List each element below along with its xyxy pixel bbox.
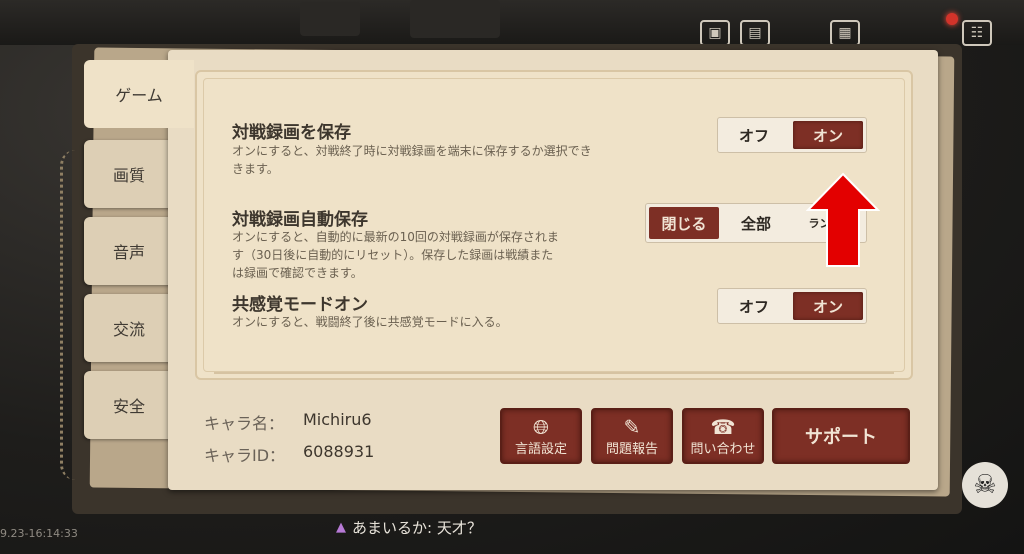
setting-description: オンにすると、自動的に最新の10回の対戦録画が保存されま す（30日後に自動的に… <box>232 228 642 282</box>
tab-label: 音声 <box>112 243 145 262</box>
tab-label: 安全 <box>112 397 145 416</box>
support-button[interactable]: サポート <box>772 408 910 464</box>
divider <box>214 372 894 374</box>
setting-description: オンにすると、対戦終了時に対戦録画を端末に保存するか選択でき きます。 <box>232 142 712 178</box>
notification-dot <box>946 13 958 25</box>
button-label: 言語設定 <box>514 442 567 457</box>
notebook-icon[interactable]: ▤ <box>740 20 770 46</box>
setting-title: 対戦録画自動保存 <box>232 210 368 230</box>
profile-icon[interactable]: ☷ <box>962 20 992 46</box>
description-line: す（30日後に自動的にリセット）。保存した録画は戦績また <box>232 248 554 262</box>
background-prop <box>300 2 360 36</box>
button-label: 問い合わせ <box>690 442 756 457</box>
button-label: 問題報告 <box>605 442 658 457</box>
tab-audio[interactable]: 音声 <box>84 217 174 285</box>
setting-description: オンにすると、戦闘終了後に共感覚モードに入る。 <box>232 313 652 331</box>
description-line: オンにすると、自動的に最新の10回の対戦録画が保存されま <box>232 230 559 244</box>
contact-button[interactable]: ☎ 問い合わせ <box>682 408 764 464</box>
top-hud-bar <box>0 0 1024 45</box>
description-line: オンにすると、戦闘終了後に共感覚モードに入る。 <box>232 315 508 329</box>
option-all[interactable]: 全部 <box>722 204 790 242</box>
character-name-value: Michiru6 <box>303 410 372 429</box>
save-recording-toggle: オフ オン <box>717 117 867 153</box>
timestamp: 9.23-16:14:33 <box>0 527 78 540</box>
description-line: きます。 <box>232 162 279 176</box>
character-id-label: キャラID： <box>204 446 286 465</box>
globe-icon: 🌐︎ <box>533 415 549 439</box>
skull-icon[interactable]: ☠ <box>962 462 1008 508</box>
chat-user-icon: ▲ <box>336 520 346 535</box>
photo-icon[interactable]: ▦ <box>830 20 860 46</box>
tab-social[interactable]: 交流 <box>84 294 174 362</box>
camera-icon[interactable]: ▣ <box>700 20 730 46</box>
background-prop <box>410 0 500 38</box>
toggle-option-off[interactable]: オフ <box>718 118 790 152</box>
toggle-option-on[interactable]: オン <box>793 292 863 320</box>
tab-game[interactable]: ゲーム <box>84 60 194 128</box>
tab-label: ゲーム <box>115 86 163 105</box>
description-line: は録画で確認できます。 <box>232 266 363 280</box>
tab-graphics[interactable]: 画質 <box>84 140 174 208</box>
chat-message[interactable]: ▲ あまいるか: 天才？ <box>336 517 482 538</box>
setting-title: 対戦録画を保存 <box>232 123 351 143</box>
tab-label: 画質 <box>112 166 145 185</box>
language-settings-button[interactable]: 🌐︎ 言語設定 <box>500 408 582 464</box>
tab-safety[interactable]: 安全 <box>84 371 174 439</box>
synesthesia-mode-toggle: オフ オン <box>717 288 867 324</box>
toggle-option-on[interactable]: オン <box>793 121 863 149</box>
description-line: オンにすると、対戦終了時に対戦録画を端末に保存するか選択でき <box>232 144 592 158</box>
character-name-label: キャラ名： <box>204 414 285 433</box>
tab-label: 交流 <box>112 320 145 339</box>
report-problem-button[interactable]: ✎ 問題報告 <box>591 408 673 464</box>
setting-title: 共感覚モードオン <box>232 295 368 315</box>
annotation-arrow-icon <box>806 172 880 267</box>
chat-message-text: あまいるか: 天才？ <box>352 519 482 537</box>
toggle-option-off[interactable]: オフ <box>718 289 790 323</box>
character-id-value: 6088931 <box>303 442 375 461</box>
option-close[interactable]: 閉じる <box>649 207 719 239</box>
telephone-icon: ☎ <box>710 415 736 439</box>
pen-icon: ✎ <box>623 415 641 439</box>
